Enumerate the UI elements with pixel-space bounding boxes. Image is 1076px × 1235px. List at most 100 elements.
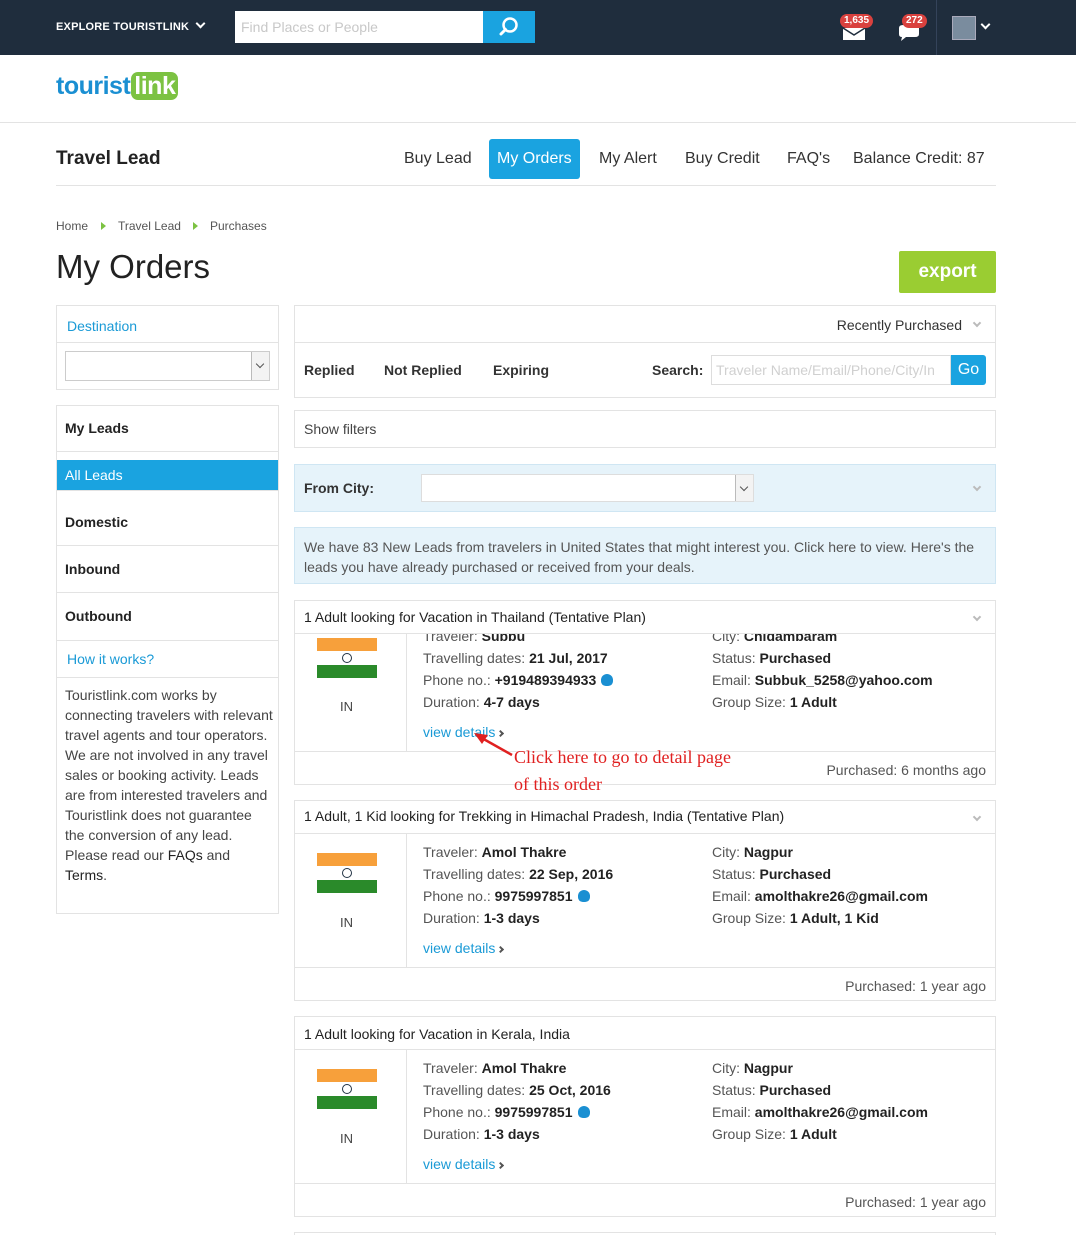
- duration-field: Duration: 1-3 days: [423, 910, 540, 926]
- phone-value: +919489394933: [494, 672, 597, 688]
- chevron-down-icon[interactable]: [980, 19, 991, 30]
- logo-text-link: link: [131, 72, 179, 100]
- how-it-works-title[interactable]: How it works?: [67, 651, 154, 667]
- email-label: Email:: [712, 672, 751, 688]
- traveler-field: Traveler: Amol Thakre: [423, 844, 566, 860]
- status-field: Status: Purchased: [712, 1082, 831, 1098]
- tab-expiring[interactable]: Expiring: [493, 362, 549, 378]
- chevron-down-icon[interactable]: [972, 482, 982, 492]
- dates-value: 21 Jul, 2017: [529, 650, 608, 666]
- destination-select[interactable]: [65, 351, 270, 381]
- chevron-down-icon[interactable]: [972, 612, 982, 622]
- nav-faqs[interactable]: FAQ's: [779, 139, 838, 179]
- status-value: Purchased: [759, 1082, 832, 1098]
- touristlink-logo[interactable]: tourist link: [56, 72, 179, 101]
- sidebar-item-all-leads[interactable]: All Leads: [57, 460, 278, 491]
- messages-button[interactable]: 272: [897, 14, 927, 41]
- how-it-works-panel: How it works? Touristlink.com works by c…: [56, 640, 279, 914]
- group-label: Group Size:: [712, 910, 786, 926]
- group-value: 1 Adult: [789, 1126, 837, 1142]
- order-title[interactable]: 1 Adult, 1 Kid looking for Trekking in H…: [304, 808, 784, 824]
- sidebar-item-domestic[interactable]: Domestic: [57, 500, 278, 546]
- how-text: Touristlink.com works by connecting trav…: [65, 687, 273, 863]
- sort-select[interactable]: Recently Purchased: [837, 317, 962, 333]
- chevron-down-icon[interactable]: [972, 812, 982, 822]
- chevron-right-icon: [497, 1161, 505, 1170]
- breadcrumb-home[interactable]: Home: [56, 219, 88, 233]
- phone-value: 9975997851: [494, 1104, 573, 1120]
- breadcrumb-travel-lead[interactable]: Travel Lead: [118, 219, 181, 233]
- new-leads-info[interactable]: We have 83 New Leads from travelers in U…: [294, 527, 996, 584]
- phone-field: Phone no.: 9975997851: [423, 1104, 590, 1120]
- sidebar-item-my-leads[interactable]: My Leads: [57, 406, 278, 452]
- how-end: .: [103, 867, 108, 883]
- country-code: IN: [340, 915, 353, 930]
- how-and: and: [202, 847, 230, 863]
- traveler-value: Amol Thakre: [481, 1060, 567, 1076]
- faqs-link[interactable]: FAQs: [168, 847, 203, 863]
- dates-label: Travelling dates:: [423, 650, 526, 666]
- annotation-arrow-icon: [474, 733, 513, 757]
- phone-label: Phone no.:: [423, 888, 491, 904]
- group-value: 1 Adult, 1 Kid: [789, 910, 879, 926]
- group-label: Group Size:: [712, 1126, 786, 1142]
- search-label: Search:: [652, 362, 704, 378]
- page-title: My Orders: [56, 248, 211, 285]
- view-details-link[interactable]: view details: [423, 1156, 505, 1172]
- city-label: City:: [712, 1060, 740, 1076]
- country-code: IN: [340, 699, 353, 714]
- group-value: 1 Adult: [789, 694, 837, 710]
- duration-label: Duration:: [423, 1126, 480, 1142]
- sidebar-item-outbound[interactable]: Outbound: [57, 594, 278, 640]
- avatar[interactable]: [952, 16, 976, 40]
- lead-search-input[interactable]: [711, 355, 951, 385]
- duration-value: 1-3 days: [483, 1126, 540, 1142]
- annotation-text: Click here to go to detail page of this o…: [514, 744, 731, 798]
- destination-label: Destination: [67, 318, 138, 334]
- from-city-select[interactable]: [421, 474, 754, 502]
- status-field: Status: Purchased: [712, 866, 831, 882]
- duration-value: 1-3 days: [483, 910, 540, 926]
- explore-menu[interactable]: EXPLORE TOURISTLINK: [56, 18, 206, 33]
- search-input[interactable]: [235, 11, 484, 43]
- order-title[interactable]: 1 Adult looking for Vacation in Kerala, …: [304, 1026, 570, 1042]
- chevron-down-icon[interactable]: [972, 318, 982, 328]
- phone-label: Phone no.:: [423, 1104, 491, 1120]
- email-field: Email: amolthakre26@gmail.com: [712, 1104, 928, 1120]
- group-field: Group Size: 1 Adult: [712, 1126, 837, 1142]
- show-filters-toggle[interactable]: Show filters: [294, 410, 996, 448]
- duration-field: Duration: 1-3 days: [423, 1126, 540, 1142]
- section-title: Travel Lead: [56, 148, 161, 169]
- purchased-time: Purchased: 1 year ago: [845, 1194, 986, 1210]
- nav-my-orders[interactable]: My Orders: [489, 139, 580, 179]
- phone-field: Phone no.: 9975997851: [423, 888, 590, 904]
- annotation-line: of this order: [514, 774, 602, 794]
- terms-link[interactable]: Terms: [65, 867, 103, 883]
- verified-icon: [601, 674, 614, 686]
- sidebar-item-inbound[interactable]: Inbound: [57, 547, 278, 593]
- nav-buy-lead[interactable]: Buy Lead: [396, 139, 480, 179]
- email-field: Email: amolthakre26@gmail.com: [712, 888, 928, 904]
- city-field: City: Nagpur: [712, 844, 793, 860]
- dates-label: Travelling dates:: [423, 1082, 526, 1098]
- export-button[interactable]: export: [899, 251, 996, 293]
- tab-not-replied[interactable]: Not Replied: [384, 362, 462, 378]
- india-flag-icon: [317, 638, 377, 678]
- search-button[interactable]: [483, 11, 535, 43]
- from-city-filter: From City:: [294, 464, 996, 512]
- city-field: City: Nagpur: [712, 1060, 793, 1076]
- nav-buy-credit[interactable]: Buy Credit: [677, 139, 768, 179]
- notifications-button[interactable]: 1,635: [840, 14, 874, 40]
- chevron-down-icon: [251, 352, 269, 380]
- tab-replied[interactable]: Replied: [304, 362, 355, 378]
- view-details-label: view details: [423, 940, 496, 956]
- status-value: Purchased: [759, 650, 832, 666]
- view-details-link[interactable]: view details: [423, 940, 505, 956]
- breadcrumb-purchases: Purchases: [210, 219, 267, 233]
- nav-my-alert[interactable]: My Alert: [591, 139, 665, 179]
- email-field: Email: Subbuk_5258@yahoo.com: [712, 672, 933, 688]
- go-button[interactable]: Go: [951, 355, 986, 385]
- message-count-badge: 272: [902, 14, 927, 28]
- nav-divider: [56, 185, 996, 186]
- order-title[interactable]: 1 Adult looking for Vacation in Thailand…: [304, 609, 646, 625]
